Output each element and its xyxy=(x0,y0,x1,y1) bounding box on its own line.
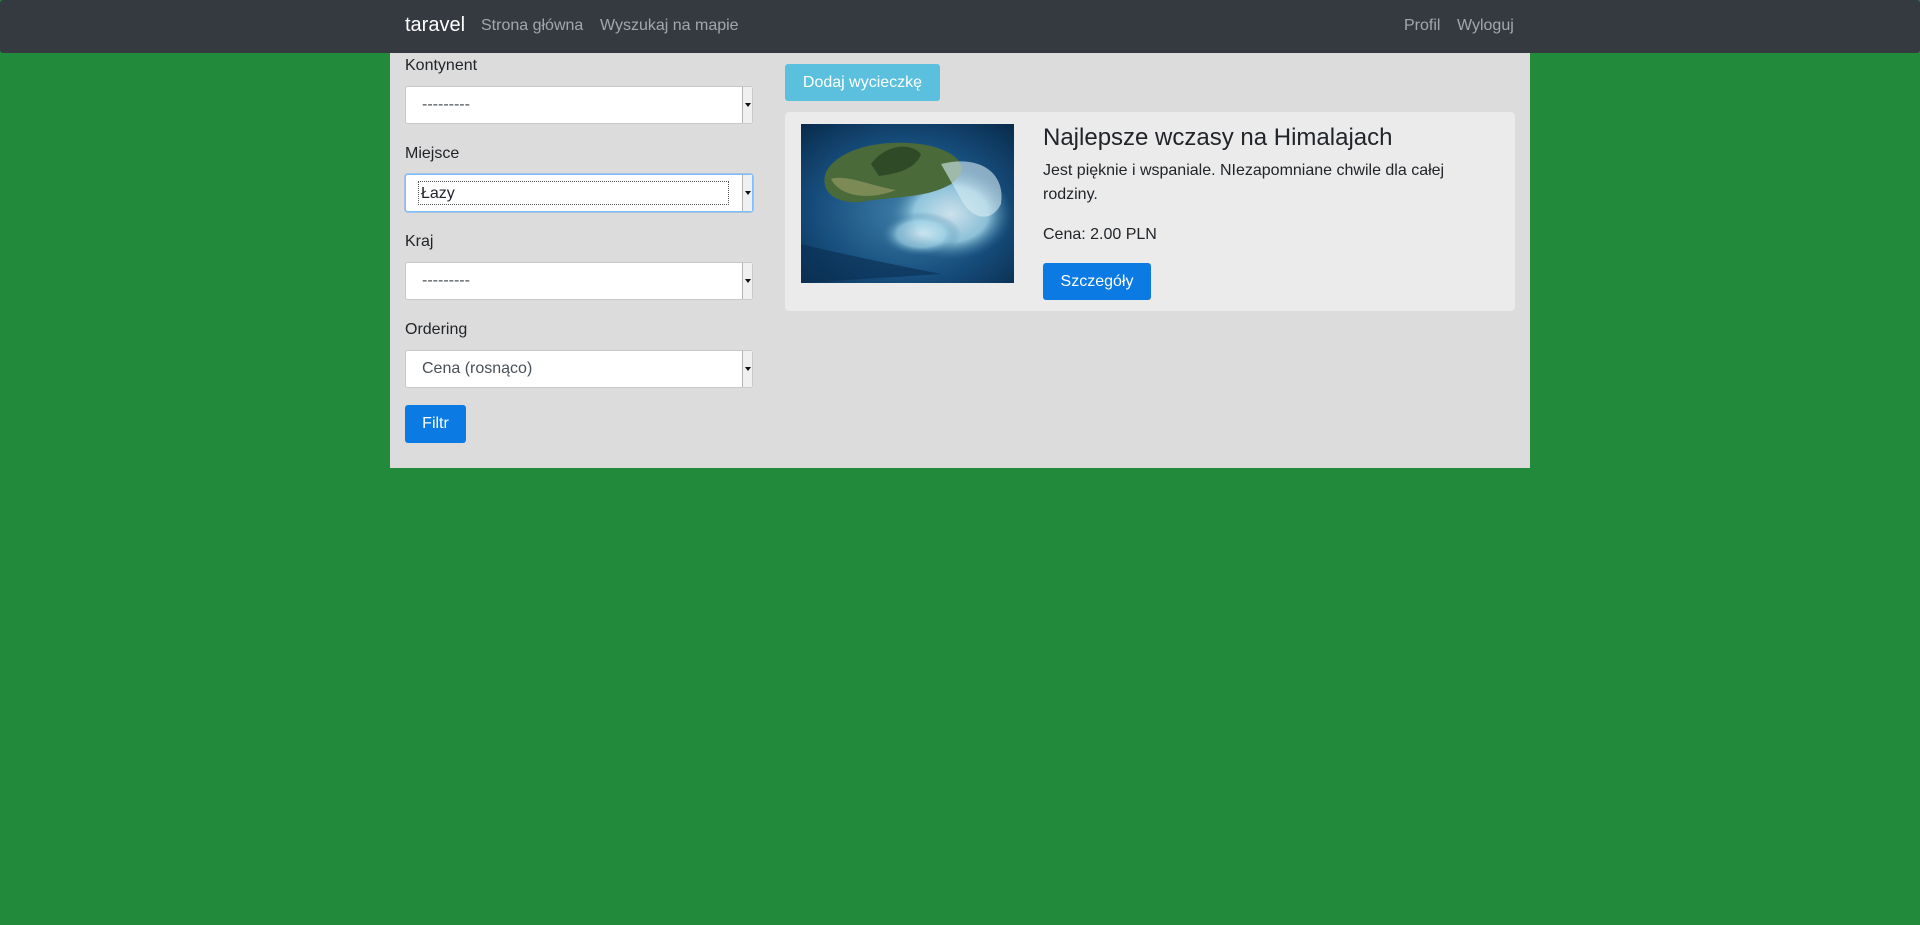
add-trip-button[interactable]: Dodaj wycieczkę xyxy=(785,64,940,101)
continent-label: Kontynent xyxy=(405,57,478,74)
continent-select[interactable]: --------- xyxy=(405,86,753,124)
trip-details-button[interactable]: Szczegóły xyxy=(1043,263,1151,300)
trip-price: Cena: 2.00 PLN xyxy=(1043,226,1157,243)
main-container: Kontynent --------- Miejsce Łazy Kraj --… xyxy=(390,53,1530,468)
place-select[interactable]: Łazy xyxy=(405,174,753,212)
chevron-down-icon xyxy=(742,351,752,387)
trip-card: Najlepsze wczasy na Himalajach Jest pięk… xyxy=(785,112,1515,311)
nav-link-profile[interactable]: Profil xyxy=(1404,17,1440,35)
chevron-down-icon xyxy=(742,263,752,299)
nav-link-home[interactable]: Strona główna xyxy=(481,17,583,35)
continent-select-value: --------- xyxy=(422,96,470,113)
ordering-select[interactable]: Cena (rosnąco) xyxy=(405,350,753,388)
place-select-value: Łazy xyxy=(421,185,455,202)
place-label: Miejsce xyxy=(405,145,460,162)
nav-link-map-search[interactable]: Wyszukaj na mapie xyxy=(600,17,739,35)
trip-description: Jest pięknie i wspaniale. NIezapomniane … xyxy=(1043,162,1445,203)
island-aerial-photo-icon[interactable] xyxy=(801,124,1014,283)
trip-title: Najlepsze wczasy na Himalajach xyxy=(1043,124,1393,151)
country-select[interactable]: --------- xyxy=(405,262,753,300)
brand-link[interactable]: taravel xyxy=(405,14,465,37)
filter-button[interactable]: Filtr xyxy=(405,405,466,443)
chevron-down-icon xyxy=(742,175,752,211)
place-select-focus-ring: Łazy xyxy=(418,181,729,205)
ordering-select-value: Cena (rosnąco) xyxy=(422,360,533,377)
nav-link-logout[interactable]: Wyloguj xyxy=(1457,17,1514,35)
navbar-inner: taravel Strona główna Wyszukaj na mapie … xyxy=(405,0,1515,53)
country-label: Kraj xyxy=(405,233,434,250)
top-navbar: taravel Strona główna Wyszukaj na mapie … xyxy=(0,0,1920,53)
chevron-down-icon xyxy=(742,87,752,123)
ordering-label: Ordering xyxy=(405,321,468,338)
country-select-value: --------- xyxy=(422,272,470,289)
